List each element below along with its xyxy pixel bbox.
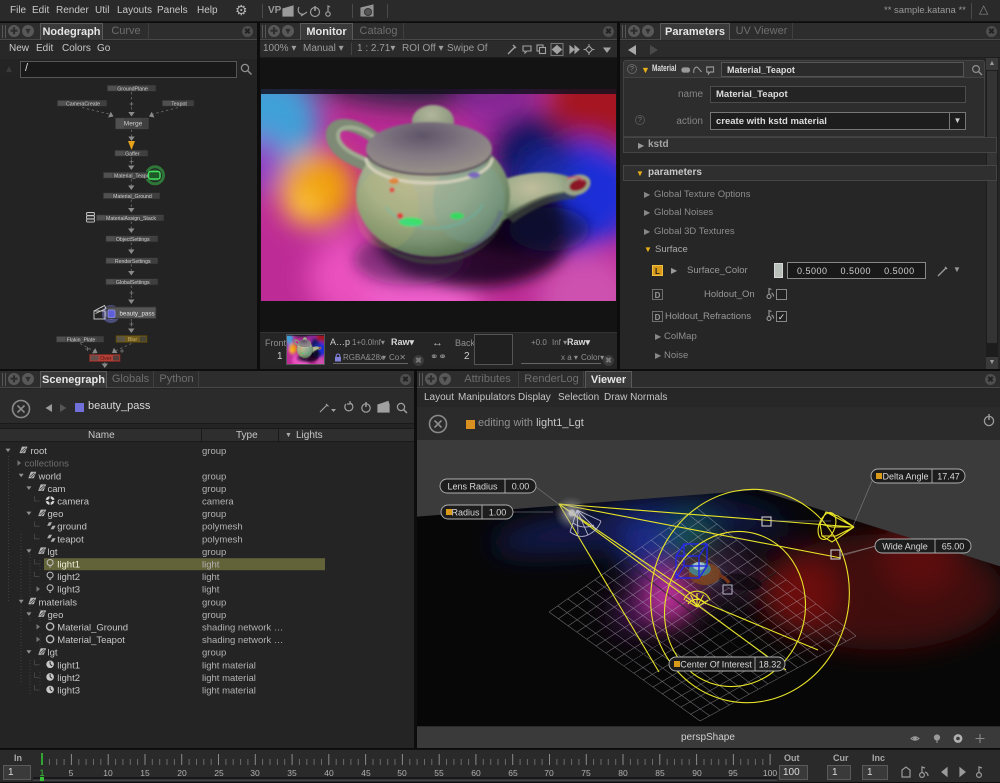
svg-text:75: 75 — [581, 768, 591, 778]
svg-text:Blur: Blur — [128, 337, 137, 343]
svg-text:50: 50 — [397, 768, 407, 778]
svg-text:light1: light1 — [57, 560, 80, 571]
svg-text:45: 45 — [361, 768, 371, 778]
svg-text:group: group — [202, 610, 226, 621]
svg-text:GlobalSettings: GlobalSettings — [116, 280, 150, 286]
svg-text:group: group — [202, 509, 226, 520]
svg-text:light: light — [202, 572, 220, 583]
svg-text:Teapot: Teapot — [171, 101, 187, 107]
svg-text:Material_Ground: Material_Ground — [113, 194, 152, 200]
svg-text:group: group — [202, 547, 226, 558]
svg-text:60: 60 — [471, 768, 481, 778]
svg-text:Merge: Merge — [124, 121, 143, 128]
svg-text:18.32: 18.32 — [759, 660, 782, 670]
svg-text:0.00: 0.00 — [512, 482, 530, 492]
svg-text:lgt: lgt — [48, 648, 58, 659]
svg-text:light2: light2 — [57, 572, 80, 583]
svg-text:Center Of Interest: Center Of Interest — [680, 660, 752, 670]
svg-text:95: 95 — [728, 768, 738, 778]
svg-text:1.00: 1.00 — [489, 508, 507, 518]
svg-text:light3: light3 — [57, 686, 80, 697]
svg-text:light2: light2 — [57, 673, 80, 684]
svg-text:17.47: 17.47 — [937, 472, 960, 482]
svg-text:Material_Teapot: Material_Teapot — [57, 635, 125, 646]
svg-text:Lens Radius: Lens Radius — [447, 482, 498, 492]
svg-text:70: 70 — [544, 768, 554, 778]
svg-text:cam: cam — [48, 484, 66, 495]
svg-text:light material: light material — [202, 686, 256, 697]
svg-text:root: root — [31, 446, 48, 457]
svg-text:teapot: teapot — [57, 534, 84, 545]
svg-text:Material_Ground: Material_Ground — [57, 623, 128, 634]
svg-text:15: 15 — [140, 768, 150, 778]
svg-text:Delta Angle: Delta Angle — [882, 472, 928, 482]
svg-text:5: 5 — [69, 768, 74, 778]
svg-text:group: group — [202, 446, 226, 457]
svg-text:polymesh: polymesh — [202, 534, 243, 545]
svg-text:MaterialAssign_Stack: MaterialAssign_Stack — [106, 216, 156, 222]
svg-text:90: 90 — [692, 768, 702, 778]
svg-text:ObjectSettings: ObjectSettings — [116, 237, 150, 243]
svg-text:collections: collections — [25, 459, 70, 470]
svg-text:40: 40 — [324, 768, 334, 778]
svg-text:shading network …: shading network … — [202, 635, 283, 646]
svg-text:Gaffer: Gaffer — [125, 151, 140, 157]
svg-text:10: 10 — [103, 768, 113, 778]
svg-text:20: 20 — [177, 768, 187, 778]
svg-text:RenderSettings: RenderSettings — [115, 259, 151, 265]
svg-text:Wide Angle: Wide Angle — [882, 542, 928, 552]
svg-text:beauty_pass: beauty_pass — [119, 311, 154, 318]
svg-text:light: light — [202, 585, 220, 596]
svg-text:80: 80 — [618, 768, 628, 778]
svg-text:Over: Over — [100, 356, 112, 362]
svg-text:Radius: Radius — [451, 508, 480, 518]
svg-text:35: 35 — [287, 768, 297, 778]
svg-text:25: 25 — [214, 768, 224, 778]
svg-text:light: light — [202, 560, 220, 571]
svg-text:lgt: lgt — [48, 547, 58, 558]
svg-text:shading network …: shading network … — [202, 623, 283, 634]
svg-text:30: 30 — [250, 768, 260, 778]
svg-text:CameraCreate: CameraCreate — [66, 101, 100, 107]
svg-text:world: world — [38, 471, 62, 482]
svg-text:group: group — [202, 597, 226, 608]
svg-text:ground: ground — [57, 522, 87, 533]
svg-text:geo: geo — [48, 610, 64, 621]
svg-text:light material: light material — [202, 673, 256, 684]
svg-text:55: 55 — [434, 768, 444, 778]
svg-text:100: 100 — [763, 768, 777, 778]
svg-text:Flakin_Plate: Flakin_Plate — [67, 337, 96, 343]
svg-text:group: group — [202, 648, 226, 659]
svg-text:camera: camera — [57, 497, 89, 508]
svg-text:group: group — [202, 484, 226, 495]
svg-text:camera: camera — [202, 497, 234, 508]
svg-text:85: 85 — [655, 768, 665, 778]
svg-text:GroundPlane: GroundPlane — [117, 86, 148, 92]
svg-text:light3: light3 — [57, 585, 80, 596]
svg-text:polymesh: polymesh — [202, 522, 243, 533]
svg-text:1: 1 — [39, 768, 44, 778]
svg-text:materials: materials — [39, 597, 78, 608]
svg-text:65.00: 65.00 — [942, 542, 965, 552]
svg-text:65: 65 — [508, 768, 518, 778]
svg-text:group: group — [202, 471, 226, 482]
svg-text:light1: light1 — [57, 660, 80, 671]
svg-text:light material: light material — [202, 660, 256, 671]
svg-text:Material_Teapot: Material_Teapot — [114, 173, 151, 179]
svg-text:geo: geo — [48, 509, 64, 520]
